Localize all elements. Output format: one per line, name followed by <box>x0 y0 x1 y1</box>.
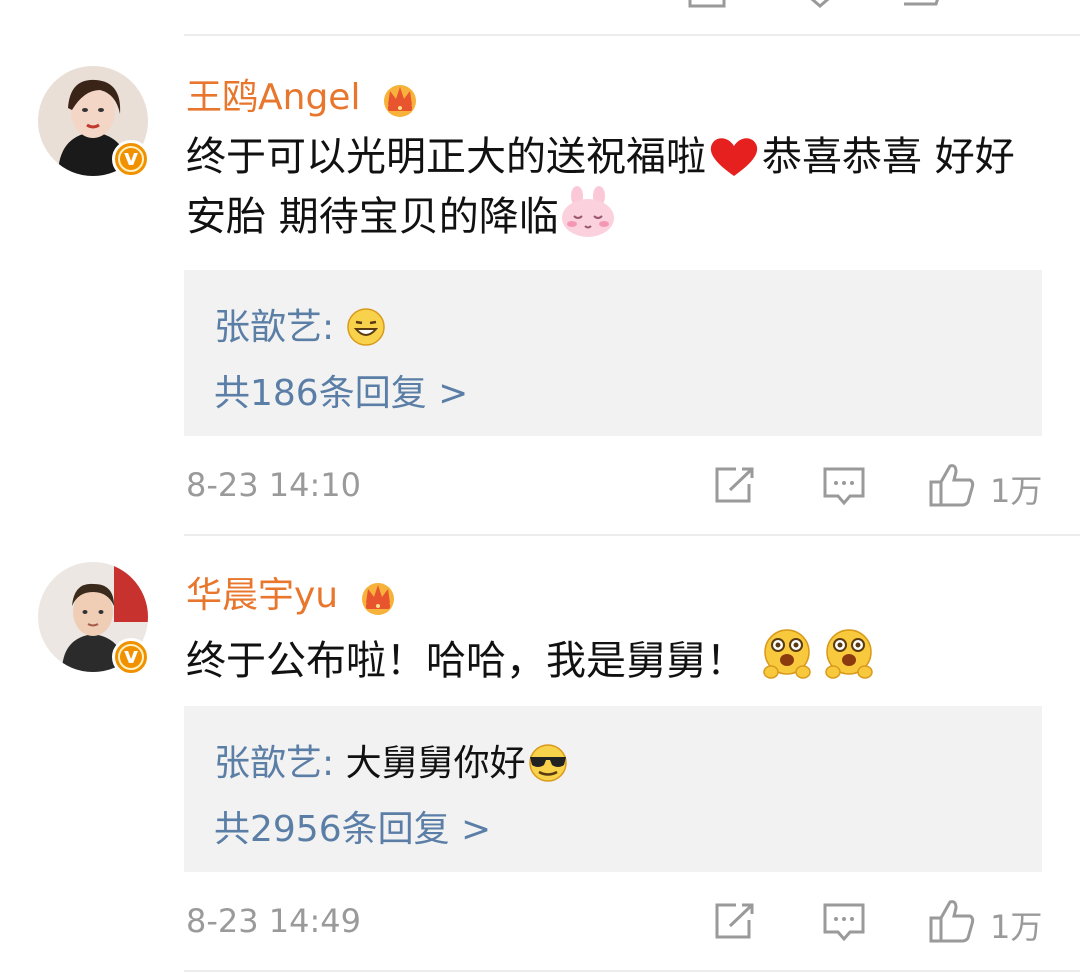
divider <box>184 534 1080 536</box>
reply-text: 大舅舅你好 <box>334 743 526 784</box>
reply-author[interactable]: 张歆艺: <box>214 307 334 348</box>
comment-text: 终于公布啦！哈哈，我是舅舅！ <box>186 626 1044 690</box>
like-icon[interactable] <box>928 462 976 508</box>
surprised-emoji <box>762 629 811 679</box>
like-count: 1万 <box>990 472 1043 510</box>
like-count: 1万 <box>990 908 1043 946</box>
comment-body: 终于公布啦！哈哈，我是舅舅！ <box>186 638 746 684</box>
comment-text: 终于可以光明正大的送祝福啦 恭喜恭喜 好好安胎 期待宝贝的降临 <box>186 128 1044 246</box>
reply-preview[interactable]: 张歆艺: 大舅舅你好 <box>214 734 570 786</box>
comment-icon[interactable] <box>822 466 866 506</box>
verified-icon: v <box>112 638 150 676</box>
grin-emoji <box>346 308 385 346</box>
heart-emoji <box>710 138 758 176</box>
crown-icon <box>361 583 394 615</box>
share-icon[interactable] <box>714 902 756 940</box>
comment-icon[interactable] <box>798 0 842 8</box>
timestamp: 8-23 14:49 <box>186 902 362 940</box>
sunglasses-emoji <box>528 744 567 782</box>
username-text[interactable]: 王鸥Angel <box>186 77 360 118</box>
comment-feed: v 王鸥Angel 终于可以光明正大的送祝福啦 恭喜恭喜 好好安胎 期待宝贝的降… <box>0 0 1080 975</box>
surprised-emoji <box>824 629 873 679</box>
bunny-emoji <box>561 186 614 237</box>
crown-icon <box>383 85 416 117</box>
comment-icon[interactable] <box>822 902 866 942</box>
username-text[interactable]: 华晨宇yu <box>186 575 338 616</box>
reply-count-link[interactable]: 共186条回复 > <box>214 364 468 416</box>
username[interactable]: 华晨宇yu <box>186 566 398 618</box>
reply-box[interactable]: 张歆艺: 大舅舅你好 共2956条回复 > <box>184 706 1042 872</box>
reply-count-link[interactable]: 共2956条回复 > <box>214 800 491 852</box>
previous-comment-actions <box>0 0 1080 8</box>
reply-box[interactable]: 张歆艺: 共186条回复 > <box>184 270 1042 436</box>
comment-body: 终于可以光明正大的送祝福啦 <box>186 134 706 180</box>
divider <box>184 34 1080 36</box>
reply-preview[interactable]: 张歆艺: <box>214 298 386 350</box>
timestamp: 8-23 14:10 <box>186 466 362 504</box>
share-icon[interactable] <box>688 0 728 8</box>
like-icon[interactable] <box>928 898 976 944</box>
divider <box>184 970 1080 972</box>
username[interactable]: 王鸥Angel <box>186 68 420 120</box>
verified-icon: v <box>112 140 150 178</box>
reply-author[interactable]: 张歆艺: <box>214 743 334 784</box>
like-icon[interactable] <box>900 0 944 8</box>
share-icon[interactable] <box>714 466 756 504</box>
